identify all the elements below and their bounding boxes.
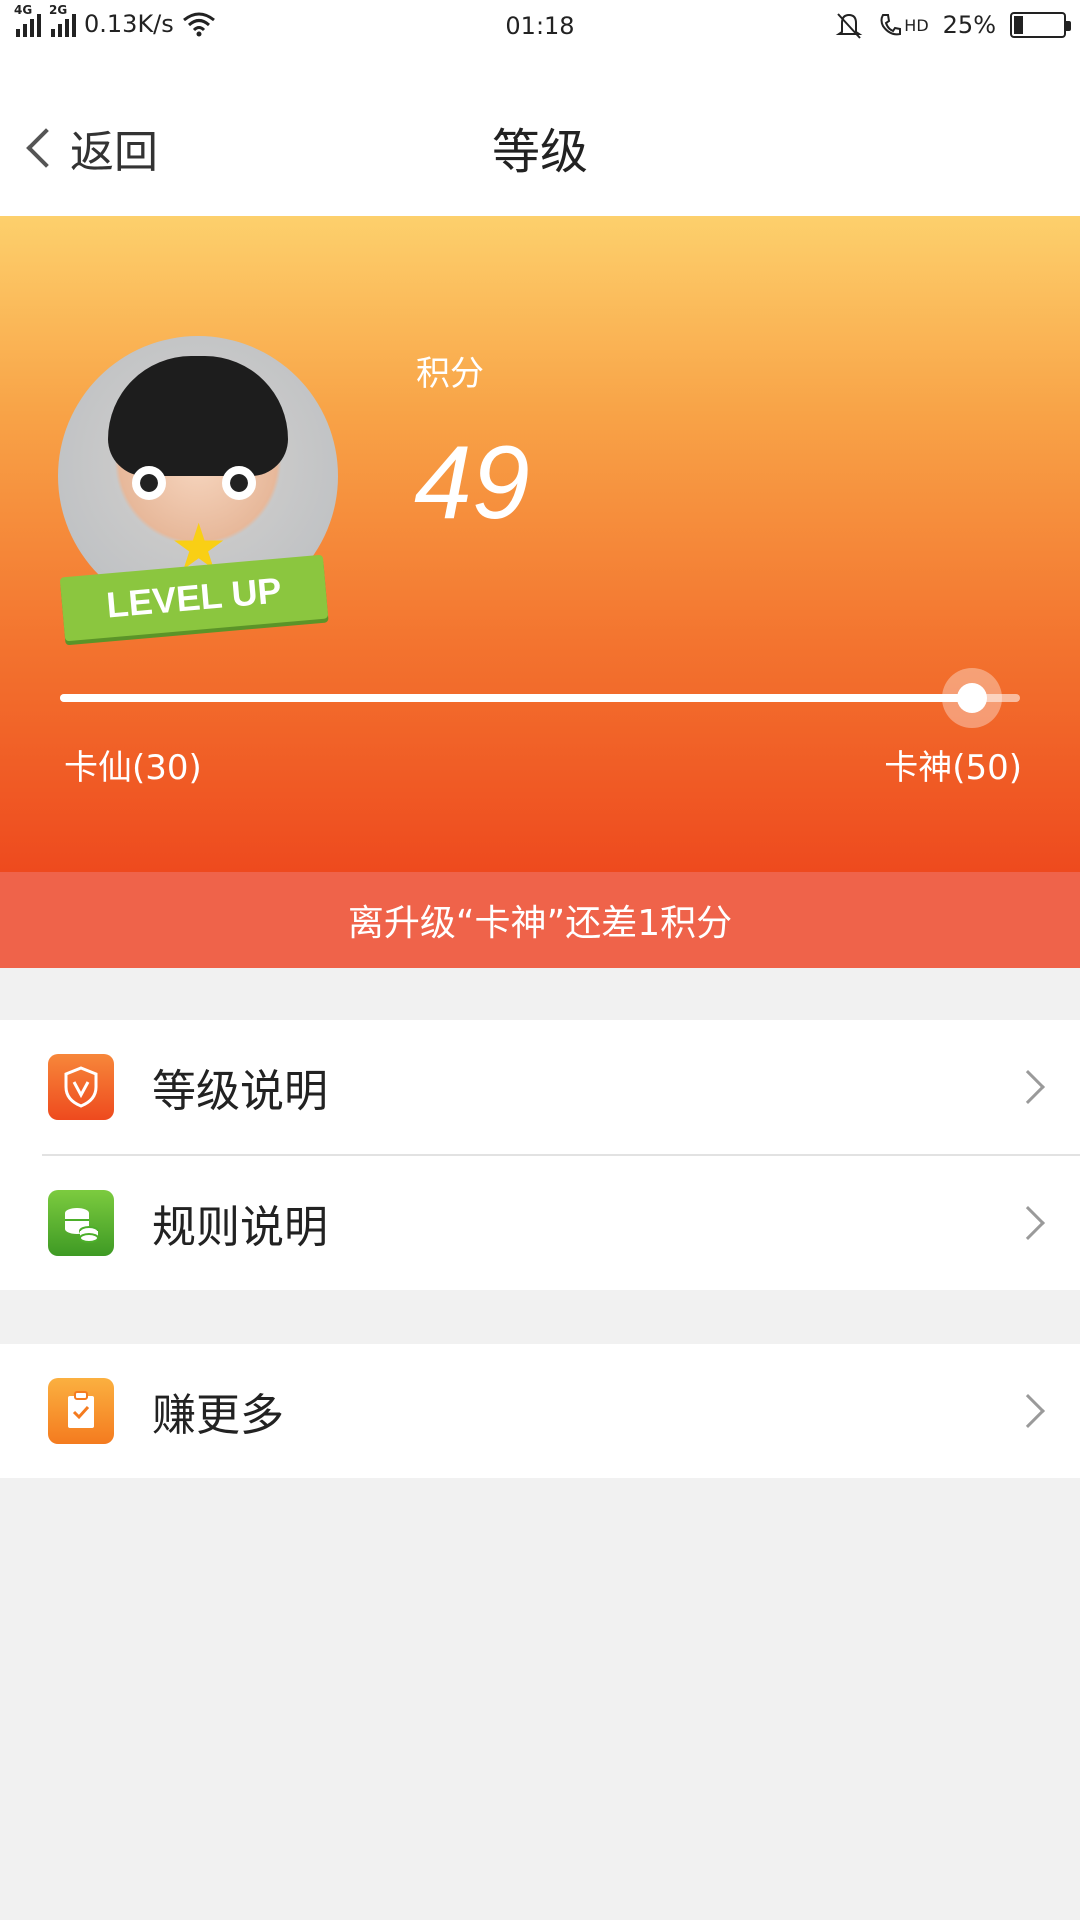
menu-item-label: 等级说明 [152,1066,328,1117]
level-progress-knob [942,668,1002,728]
phone-icon [880,14,902,36]
menu-item-label: 规则说明 [152,1202,328,1253]
points-label: 积分 [416,354,484,394]
level-progress-fill [60,694,972,702]
hd-label: HD [904,15,929,35]
avatar: ★ LEVEL UP [58,336,338,642]
menu-item-label: 赚更多 [152,1390,284,1441]
menu-group-info: 等级说明 规则说明 [0,1020,1080,1290]
nav-bar: 返回 等级 [0,56,1080,216]
status-right: HD 25% [834,10,1071,40]
next-level-label: 卡神(50) [884,748,1022,788]
status-bar: 4G 2G 0.13K/s 01:18 HD 25% [0,0,1080,56]
shield-v-icon [48,1054,114,1120]
avatar-hair [108,356,288,476]
page-title: 等级 [491,124,588,180]
chevron-right-icon [1011,1394,1045,1428]
avatar-eye-right [222,466,256,500]
battery-icon [1010,12,1071,38]
chevron-right-icon [1011,1206,1045,1240]
coins-icon [48,1190,114,1256]
menu-item-level-description[interactable]: 等级说明 [0,1020,1080,1154]
battery-level [1014,16,1023,34]
hd-call-indicator: HD [878,12,929,38]
clipboard-check-icon [48,1378,114,1444]
menu-item-rules-description[interactable]: 规则说明 [0,1156,1080,1290]
level-progress-bar [60,668,1020,728]
menu-item-earn-more[interactable]: 赚更多 [0,1344,1080,1478]
menu-group-earn: 赚更多 [0,1344,1080,1478]
level-up-badge: LEVEL UP [59,554,329,642]
current-level-label: 卡仙(30) [64,748,202,788]
bell-muted-icon [835,13,863,39]
avatar-eye-left [132,466,166,500]
chevron-right-icon [1011,1070,1045,1104]
level-header: ★ LEVEL UP 积分 49 卡仙(30) 卡神(50) [0,216,1080,872]
upgrade-notice: 离升级“卡神”还差1积分 [0,872,1080,968]
points-value: 49 [414,425,530,541]
battery-percent: 25% [942,11,996,39]
